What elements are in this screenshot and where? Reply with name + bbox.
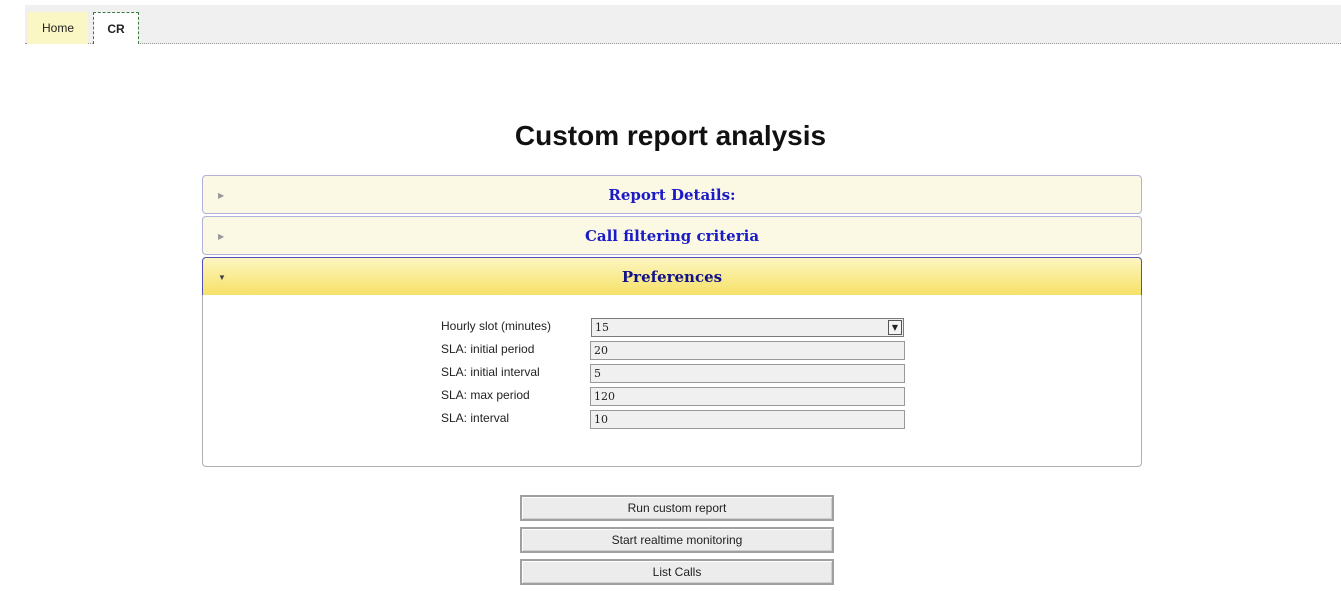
- section-header-report-details[interactable]: ▶ Report Details:: [202, 175, 1142, 214]
- hourly-slot-select[interactable]: 15 ▼: [591, 318, 904, 337]
- sla-initial-interval-label: SLA: initial interval: [441, 365, 540, 379]
- hourly-slot-label: Hourly slot (minutes): [441, 319, 552, 333]
- sla-initial-interval-input[interactable]: 5: [590, 364, 905, 383]
- section-label: Call filtering criteria: [584, 227, 760, 245]
- tab-home[interactable]: Home: [28, 12, 88, 44]
- page-title: Custom report analysis: [514, 120, 827, 151]
- sla-max-period-label: SLA: max period: [441, 388, 530, 402]
- sla-interval-label: SLA: interval: [441, 411, 510, 425]
- section-header-preferences[interactable]: ▼ Preferences: [202, 257, 1142, 295]
- section-label: Preferences: [621, 268, 723, 286]
- section-label: Report Details:: [608, 186, 736, 204]
- list-calls-button[interactable]: List Calls: [520, 559, 834, 585]
- accordion: ▶ Report Details: ▶ Call filtering crite…: [202, 175, 1142, 467]
- sla-interval-input[interactable]: 10: [590, 410, 905, 429]
- tab-bar: Home CR: [0, 0, 1341, 44]
- run-custom-report-button[interactable]: Run custom report: [520, 495, 834, 521]
- preferences-panel: Hourly slot (minutes) 15 ▼ SLA: initial …: [202, 295, 1142, 467]
- sla-initial-period-label: SLA: initial period: [441, 342, 535, 356]
- sla-max-period-input[interactable]: 120: [590, 387, 905, 406]
- section-header-call-filtering[interactable]: ▶ Call filtering criteria: [202, 216, 1142, 255]
- sla-initial-period-input[interactable]: 20: [590, 341, 905, 360]
- start-realtime-monitoring-button[interactable]: Start realtime monitoring: [520, 527, 834, 553]
- chevron-down-icon[interactable]: ▼: [888, 320, 902, 335]
- tab-cr[interactable]: CR: [93, 12, 139, 44]
- action-buttons: Run custom report Start realtime monitor…: [520, 495, 834, 591]
- hourly-slot-value: 15: [595, 321, 609, 334]
- tab-strip: [25, 5, 1341, 44]
